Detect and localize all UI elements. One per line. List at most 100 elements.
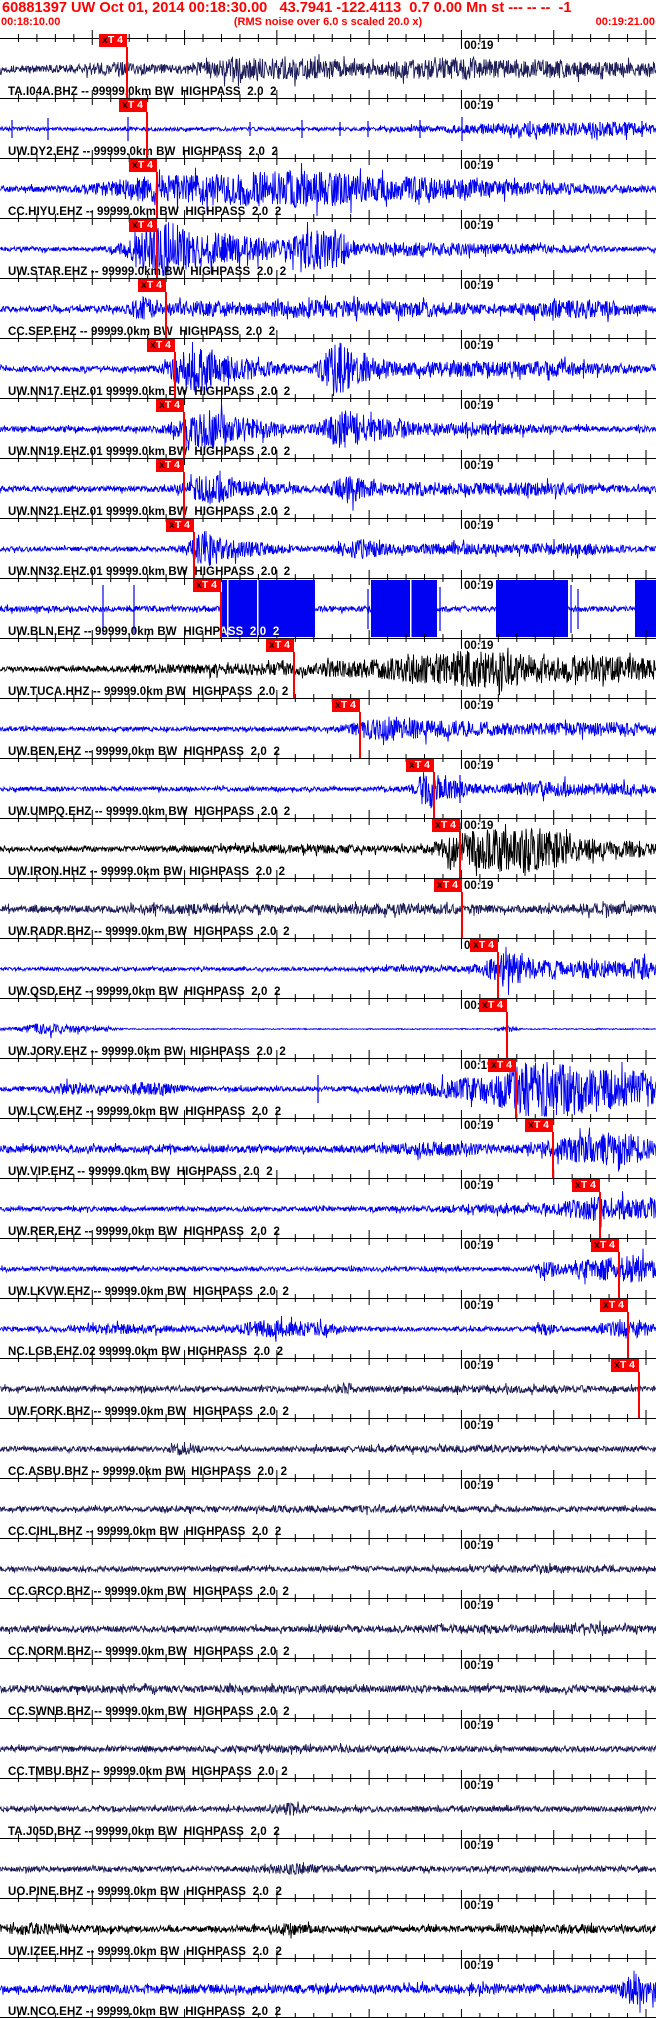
pick-flag-UW.DY2.EHZ[interactable]: xT 4 [119, 99, 147, 112]
trace-panel-UW.NN17.EHZ.01: 00:19 UW.NN17.EHZ.01 99999.0km BW HIGHPAS… [0, 330, 656, 398]
trace-label: UW.UMPQ.EHZ -- 99999.0km BW HIGHPASS 2.0… [8, 806, 291, 818]
pick-line-NC.LGB.EHZ.02 [627, 1312, 629, 1358]
pick-flag-UW.LCW.EHZ[interactable]: xT 4 [488, 1059, 516, 1072]
seismogram-viewer: 60881397 UW Oct 01, 2014 00:18:30.00 43.… [0, 0, 656, 2018]
trace-panel-UW.NN32.EHZ.01: 00:19 UW.NN32.EHZ.01 99999.0km BW HIGHPAS… [0, 510, 656, 578]
trace-panel-UW.NN21.EHZ.01: 00:19 UW.NN21.EHZ.01 99999.0km BW HIGHPAS… [0, 450, 656, 518]
pick-flag-UW.BLN.EHZ[interactable]: xT 4 [193, 579, 221, 592]
trace-panel-UW.UMPQ.EHZ: 00:19 UW.UMPQ.EHZ -- 99999.0km BW HIGHPAS… [0, 750, 656, 818]
trace-label: UW.TUCA.HHZ -- 99999.0km BW HIGHPASS 2.0… [8, 686, 289, 698]
trace-panel-UW.DY2.EHZ: 00:19 UW.DY2.EHZ -- 99999.0km BW HIGHPASS… [0, 90, 656, 158]
trace-panel-CC.TMBU.BHZ: 00:19 CC.TMBU.BHZ -- 99999.0km BW HIGHPAS… [0, 1710, 656, 1778]
trace-panel-TA.J05D.BHZ: 00:19 TA.J05D.BHZ -- 99999.0km BW HIGHPAS… [0, 1770, 656, 1838]
trace-label: UW.LCW.EHZ -- 99999.0km BW HIGHPASS 2.0 … [8, 1106, 282, 1118]
minute-label: 00:19 [464, 1660, 494, 1672]
trace-label: UO.PINE.BHZ -- 99999.0km BW HIGHPASS 2.0… [8, 1886, 282, 1898]
trace-label: UW.LKVW.EHZ -- 99999.0km BW HIGHPASS 2.0… [8, 1286, 289, 1298]
minute-label: 00:19 [464, 580, 494, 592]
trace-panel-UW.TUCA.HHZ: 00:19 UW.TUCA.HHZ -- 99999.0km BW HIGHPAS… [0, 630, 656, 698]
trace-label: CC.SWNB.BHZ -- 99999.0km BW HIGHPASS 2.0… [8, 1706, 290, 1718]
trace-label: UW.NCO.EHZ -- 99999.0km BW HIGHPASS 2.0 … [8, 2006, 282, 2018]
trace-label: UW.NN17.EHZ.01 99999.0km BW HIGHPASS 2.0… [8, 386, 291, 398]
pick-flag-UW.QSD.EHZ[interactable]: xT 4 [470, 939, 498, 952]
pick-flag-UW.IRON.HHZ[interactable]: xT 4 [432, 819, 460, 832]
trace-label: CC.CIHL.BHZ -- 99999.0km BW HIGHPASS 2.0… [8, 1526, 282, 1538]
trace-label: UW.DY2.EHZ -- 99999.0km BW HIGHPASS 2.0 … [8, 146, 279, 158]
pick-line-UW.NN21.EHZ.01 [183, 472, 185, 518]
pick-flag-UW.RER.EHZ[interactable]: xT 4 [572, 1179, 600, 1192]
minute-label: 00:19 [464, 640, 494, 652]
pick-line-UW.NN32.EHZ.01 [193, 532, 195, 578]
pick-line-CC.SEP.EHZ [165, 292, 167, 338]
trace-panel-UW.JORV.EHZ: 00:19UW.JORV.EHZ -- 99999.0km BW HIGHPAS… [0, 990, 656, 1058]
minute-label: 00:19 [464, 1180, 494, 1192]
pick-line-UW.TUCA.HHZ [293, 652, 295, 698]
trace-panel-UW.BLN.EHZ: 00:19 UW.BLN.EHZ -- 99999.0km BW HIGHPASS… [0, 570, 656, 638]
pick-flag-TA.I04A.BHZ[interactable]: xT 4 [99, 34, 127, 47]
trace-label: UW.FORK.BHZ -- 99999.0km BW HIGHPASS 2.0… [8, 1406, 289, 1418]
trace-panel-UW.BEN.EHZ: 00:19 UW.BEN.EHZ -- 99999.0km BW HIGHPASS… [0, 690, 656, 758]
trace-label: CC.ASBU.BHZ -- 99999.0km BW HIGHPASS 2.0… [8, 1466, 288, 1478]
trace-label: UW.BEN.EHZ -- 99999.0km BW HIGHPASS 2.0 … [8, 746, 280, 758]
pick-flag-CC.HIYU.EHZ[interactable]: xT 4 [129, 159, 157, 172]
pick-flag-UW.UMPQ.EHZ[interactable]: xT 4 [406, 759, 434, 772]
minute-label: 00:19 [464, 400, 494, 412]
pick-flag-UW.STAR.EHZ[interactable]: xT 4 [129, 219, 157, 232]
trace-panel-UW.RADR.BHZ: 00:19 UW.RADR.BHZ -- 99999.0km BW HIGHPAS… [0, 870, 656, 938]
trace-label: UW.VIP.EHZ -- 99999.0km BW HIGHPASS 2.0 … [8, 1166, 273, 1178]
minute-label: 00:19 [464, 460, 494, 472]
minute-label: 00:19 [464, 40, 494, 52]
pick-line-UW.LCW.EHZ [515, 1072, 517, 1118]
trace-label: UW.RADR.BHZ -- 99999.0km BW HIGHPASS 2.0… [8, 926, 290, 938]
rms-scaling-note: (RMS noise over 6.0 s scaled 20.0 x) [233, 16, 423, 28]
minute-label: 00:19 [464, 1960, 494, 1972]
pick-flag-UW.VIP.EHZ[interactable]: xT 4 [525, 1119, 553, 1132]
minute-label: 00:19 [464, 1300, 494, 1312]
pick-line-UW.BEN.EHZ [359, 712, 361, 758]
pick-flag-UW.TUCA.HHZ[interactable]: xT 4 [266, 639, 294, 652]
pick-line-TA.I04A.BHZ [126, 47, 128, 98]
pick-flag-CC.SEP.EHZ[interactable]: xT 4 [138, 279, 166, 292]
pick-flag-UW.NN21.EHZ.01[interactable]: xT 4 [156, 459, 184, 472]
pick-line-UW.LKVW.EHZ [618, 1252, 620, 1298]
trace-panel-UW.IZEE.HHZ: 00:19 UW.IZEE.HHZ -- 99999.0km BW HIGHPAS… [0, 1890, 656, 1958]
minute-label: 00:19 [464, 700, 494, 712]
pick-line-UW.STAR.EHZ [156, 232, 158, 278]
trace-panel-CC.HIYU.EHZ: 00:19 CC.HIYU.EHZ -- 99999.0km BW HIGHPAS… [0, 150, 656, 218]
trace-panel-CC.CIHL.BHZ: 00:19 CC.CIHL.BHZ -- 99999.0km BW HIGHPAS… [0, 1470, 656, 1538]
trace-label: CC.HIYU.EHZ -- 99999.0km BW HIGHPASS 2.0… [8, 206, 282, 218]
pick-flag-UW.NN19.EHZ.01[interactable]: xT 4 [156, 399, 184, 412]
trace-panel-CC.SEP.EHZ: 00:19 CC.SEP.EHZ -- 99999.0km BW HIGHPASS… [0, 270, 656, 338]
minute-label: 00:19 [464, 1720, 494, 1732]
minute-label: 00:19 [464, 340, 494, 352]
pick-flag-NC.LGB.EHZ.02[interactable]: xT 4 [600, 1299, 628, 1312]
minute-label: 00:19 [464, 880, 494, 892]
trace-label: UW.JORV.EHZ -- 99999.0km BW HIGHPASS 2.0… [8, 1046, 286, 1058]
pick-flag-UW.LKVW.EHZ[interactable]: xT 4 [591, 1239, 619, 1252]
pick-flag-UW.RADR.BHZ[interactable]: xT 4 [434, 879, 462, 892]
pick-line-UW.NN17.EHZ.01 [174, 352, 176, 398]
trace-label: UW.NN32.EHZ.01 99999.0km BW HIGHPASS 2.0… [8, 566, 291, 578]
minute-label: 00:19 [464, 1240, 494, 1252]
minute-label: 00:19 [464, 760, 494, 772]
pick-flag-UW.FORK.BHZ[interactable]: xT 4 [611, 1359, 639, 1372]
pick-line-UW.BLN.EHZ [220, 592, 222, 638]
pick-flag-UW.NN32.EHZ.01[interactable]: xT 4 [166, 519, 194, 532]
trace-panel-UW.FORK.BHZ: 00:19 UW.FORK.BHZ -- 99999.0km BW HIGHPAS… [0, 1350, 656, 1418]
pick-flag-UW.NN17.EHZ.01[interactable]: xT 4 [147, 339, 175, 352]
trace-label: TA.J05D.BHZ -- 99999.0km BW HIGHPASS 2.0… [8, 1826, 280, 1838]
minute-label: 00:19 [464, 100, 494, 112]
trace-label: CC.NORM.BHZ -- 99999.0km BW HIGHPASS 2.0… [8, 1646, 290, 1658]
pick-line-UW.DY2.EHZ [146, 112, 148, 158]
pick-line-UW.IRON.HHZ [459, 832, 461, 878]
trace-panel-CC.NORM.BHZ: 00:19 CC.NORM.BHZ -- 99999.0km BW HIGHPAS… [0, 1590, 656, 1658]
minute-label: 00:19 [464, 1420, 494, 1432]
minute-label: 00:19 [464, 520, 494, 532]
minute-label: 00:19 [464, 1780, 494, 1792]
trace-panel-UW.VIP.EHZ: 00:19 UW.VIP.EHZ -- 99999.0km BW HIGHPASS… [0, 1110, 656, 1178]
minute-label: 00:19 [464, 820, 494, 832]
trace-panel-CC.GRCO.BHZ: 00:19 CC.GRCO.BHZ -- 99999.0km BW HIGHPAS… [0, 1530, 656, 1598]
pick-flag-UW.BEN.EHZ[interactable]: xT 4 [332, 699, 360, 712]
pick-line-UW.JORV.EHZ [506, 1012, 508, 1058]
pick-flag-UW.JORV.EHZ[interactable]: xT 4 [479, 999, 507, 1012]
